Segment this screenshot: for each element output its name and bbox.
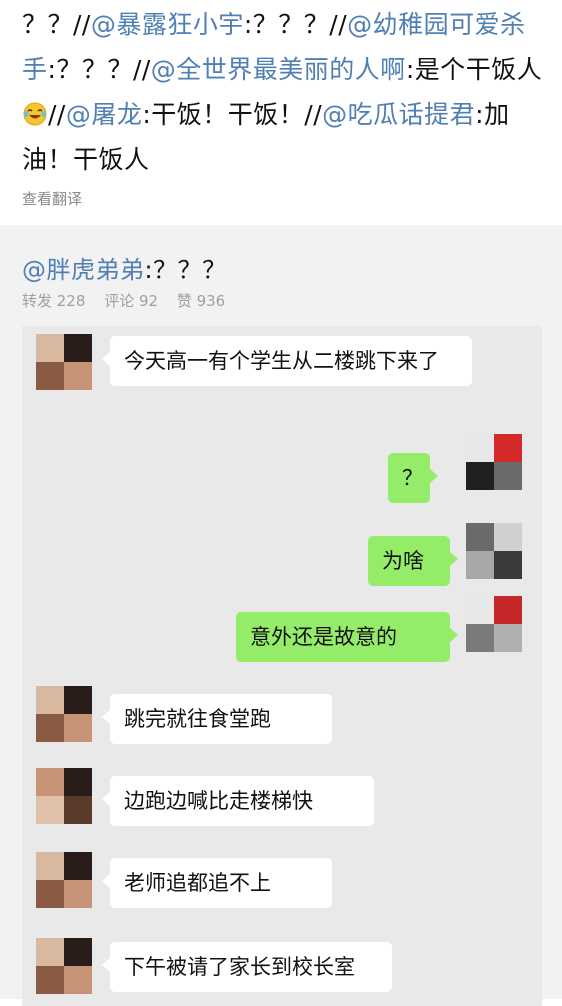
repost-header: @胖虎弟弟:？？？ bbox=[22, 250, 227, 285]
repost-stats: 转发 228 评论 92 赞 936 bbox=[22, 290, 239, 311]
repost-author-link[interactable]: @胖虎弟弟 bbox=[22, 256, 145, 284]
mention-link[interactable]: @全世界最美丽的人啊 bbox=[151, 55, 406, 84]
post-text-plain: :？？？// bbox=[243, 10, 348, 39]
mention-link[interactable]: @屠龙 bbox=[66, 100, 143, 129]
avatar bbox=[36, 938, 92, 994]
post-text-plain: // bbox=[48, 100, 66, 129]
avatar bbox=[36, 334, 92, 390]
post-content: ？？//@暴露狂小宇:？？？//@幼稚园可爱杀手:？？？//@全世界最美丽的人啊… bbox=[22, 2, 547, 182]
avatar bbox=[466, 523, 522, 579]
chat-message-left: 今天高一有个学生从二楼跳下来了 bbox=[102, 336, 472, 386]
mention-link[interactable]: @吃瓜话提君 bbox=[322, 100, 475, 129]
post-text-plain: :是个干饭人 bbox=[405, 55, 543, 84]
chat-message-left: 跳完就往食堂跑 bbox=[102, 694, 332, 744]
mention-link[interactable]: @暴露狂小宇 bbox=[91, 10, 244, 39]
post-text-plain: :干饭！干饭！// bbox=[142, 100, 323, 129]
avatar bbox=[466, 434, 522, 490]
avatar bbox=[466, 596, 522, 652]
laugh-cry-emoji-icon bbox=[23, 95, 47, 126]
chat-message-right: 为啥 bbox=[368, 536, 458, 586]
forward-count[interactable]: 转发 228 bbox=[22, 292, 85, 310]
chat-message-right: ？ bbox=[388, 453, 438, 503]
comment-count[interactable]: 评论 92 bbox=[104, 292, 158, 310]
chat-screenshot-image[interactable]: 今天高一有个学生从二楼跳下来了 ？ 为啥 意外还是故意的 跳完就往食堂跑 边跑边… bbox=[22, 326, 542, 1006]
weibo-post: ？？//@暴露狂小宇:？？？//@幼稚园可爱杀手:？？？//@全世界最美丽的人啊… bbox=[0, 0, 562, 224]
repost-card[interactable]: @胖虎弟弟:？？？ 转发 228 评论 92 赞 936 今天高一有个学生从二楼… bbox=[0, 225, 562, 1006]
translate-link[interactable]: 查看翻译 bbox=[22, 188, 82, 209]
chat-message-left: 老师追都追不上 bbox=[102, 858, 332, 908]
like-count[interactable]: 赞 936 bbox=[177, 292, 225, 310]
avatar bbox=[36, 852, 92, 908]
chat-message-right: 意外还是故意的 bbox=[236, 612, 458, 662]
chat-message-left: 下午被请了家长到校长室 bbox=[102, 942, 392, 992]
chat-message-left: 边跑边喊比走楼梯快 bbox=[102, 776, 374, 826]
avatar bbox=[36, 686, 92, 742]
post-text-plain: :？？？// bbox=[47, 55, 151, 84]
avatar bbox=[36, 768, 92, 824]
post-text-plain: ？？// bbox=[22, 10, 91, 39]
repost-text: :？？？ bbox=[144, 256, 227, 284]
